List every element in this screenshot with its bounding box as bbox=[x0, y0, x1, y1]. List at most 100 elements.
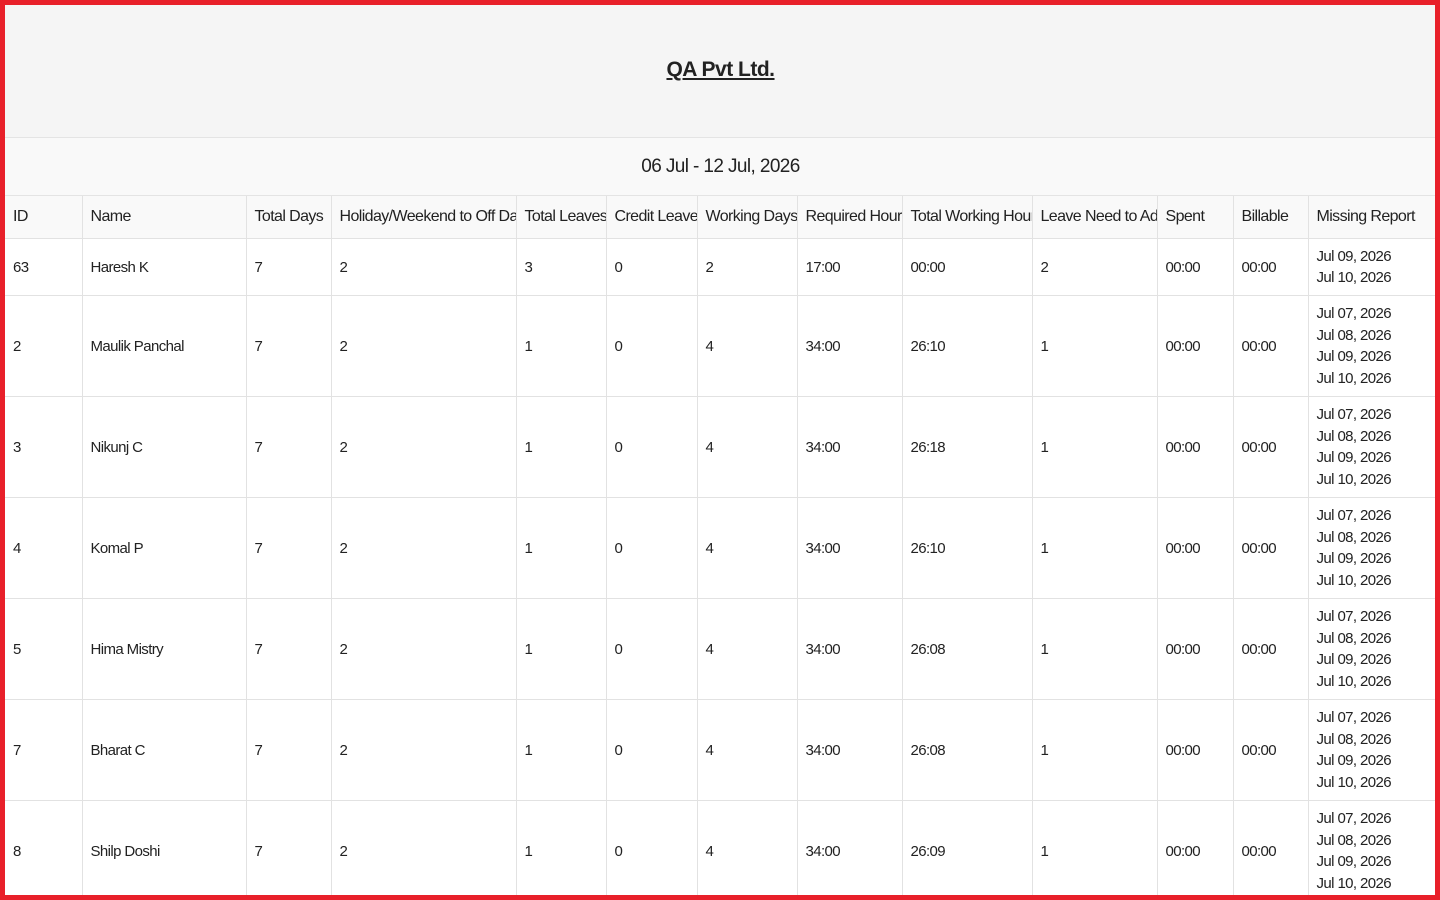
cell-credit-leave: 0 bbox=[606, 238, 698, 296]
cell-required-hours: 34:00 bbox=[797, 295, 903, 397]
cell-required-hours: 34:00 bbox=[797, 800, 903, 895]
cell-working-days: 4 bbox=[697, 497, 798, 599]
cell-total-days: 7 bbox=[246, 699, 332, 801]
missing-date: Jul 10, 2026 bbox=[1316, 269, 1392, 286]
cell-total-working-hours: 26:08 bbox=[902, 699, 1033, 801]
column-header-working-days: Working Days bbox=[697, 196, 798, 239]
cell-missing-report: Jul 07, 2026 Jul 08, 2026 Jul 09, 2026 J… bbox=[1308, 800, 1435, 895]
cell-missing-report: Jul 07, 2026 Jul 08, 2026 Jul 09, 2026 J… bbox=[1308, 699, 1435, 801]
missing-date: Jul 09, 2026 bbox=[1316, 550, 1392, 567]
missing-date: Jul 08, 2026 bbox=[1316, 831, 1392, 849]
missing-date: Jul 07, 2026 bbox=[1316, 406, 1392, 423]
cell-leave-need-to-add: 1 bbox=[1032, 497, 1158, 599]
cell-total-working-hours: 00:00 bbox=[902, 238, 1033, 296]
missing-date: Jul 07, 2026 bbox=[1316, 709, 1392, 726]
cell-total-working-hours: 26:18 bbox=[902, 396, 1033, 498]
table-row: 8 Shilp Doshi 7 2 1 0 4 34:00 26:09 1 00… bbox=[5, 800, 1435, 895]
missing-date: Jul 10, 2026 bbox=[1316, 571, 1392, 589]
cell-name: Bharat C bbox=[82, 699, 247, 801]
column-header-billable: Billable bbox=[1233, 196, 1309, 239]
cell-credit-leave: 0 bbox=[606, 295, 698, 397]
table-header-row: ID Name Total Days Holiday/Weekend to Of… bbox=[5, 196, 1435, 239]
cell-required-hours: 34:00 bbox=[797, 699, 903, 801]
cell-name: Hima Mistry bbox=[82, 598, 247, 700]
cell-spent: 00:00 bbox=[1157, 396, 1234, 498]
cell-total-leaves: 1 bbox=[516, 800, 607, 895]
table-row: 5 Hima Mistry 7 2 1 0 4 34:00 26:08 1 00… bbox=[5, 598, 1435, 700]
missing-date: Jul 09, 2026 bbox=[1316, 247, 1392, 265]
cell-total-days: 7 bbox=[246, 238, 332, 296]
table-row: 3 Nikunj C 7 2 1 0 4 34:00 26:18 1 00:00… bbox=[5, 396, 1435, 498]
cell-leave-need-to-add: 1 bbox=[1032, 598, 1158, 700]
table-row: 4 Komal P 7 2 1 0 4 34:00 26:10 1 00:00 … bbox=[5, 497, 1435, 599]
missing-date: Jul 07, 2026 bbox=[1316, 810, 1392, 827]
cell-spent: 00:00 bbox=[1157, 800, 1234, 895]
cell-holiday-off: 2 bbox=[331, 396, 517, 498]
cell-total-working-hours: 26:08 bbox=[902, 598, 1033, 700]
column-header-id: ID bbox=[5, 196, 83, 239]
missing-date: Jul 09, 2026 bbox=[1316, 449, 1392, 466]
cell-missing-report: Jul 07, 2026 Jul 08, 2026 Jul 09, 2026 J… bbox=[1308, 497, 1435, 599]
cell-name: Nikunj C bbox=[82, 396, 247, 498]
cell-billable: 00:00 bbox=[1233, 699, 1309, 801]
date-range: 06 Jul - 12 Jul, 2026 bbox=[5, 138, 1435, 196]
missing-date: Jul 08, 2026 bbox=[1316, 629, 1392, 647]
timesheet-report: QA Pvt Ltd. 06 Jul - 12 Jul, 2026 ID Nam… bbox=[5, 5, 1435, 895]
cell-holiday-off: 2 bbox=[331, 598, 517, 700]
missing-date: Jul 09, 2026 bbox=[1316, 651, 1392, 668]
cell-credit-leave: 0 bbox=[606, 699, 698, 801]
cell-total-days: 7 bbox=[246, 295, 332, 397]
cell-spent: 00:00 bbox=[1157, 238, 1234, 296]
cell-holiday-off: 2 bbox=[331, 497, 517, 599]
cell-total-leaves: 3 bbox=[516, 238, 607, 296]
cell-required-hours: 34:00 bbox=[797, 497, 903, 599]
missing-date: Jul 08, 2026 bbox=[1316, 326, 1392, 344]
company-header: QA Pvt Ltd. bbox=[5, 5, 1435, 138]
column-header-name: Name bbox=[82, 196, 247, 239]
cell-name: Komal P bbox=[82, 497, 247, 599]
cell-required-hours: 34:00 bbox=[797, 598, 903, 700]
column-header-spent: Spent bbox=[1157, 196, 1234, 239]
cell-total-working-hours: 26:09 bbox=[902, 800, 1033, 895]
cell-holiday-off: 2 bbox=[331, 295, 517, 397]
missing-date: Jul 07, 2026 bbox=[1316, 305, 1392, 322]
cell-name: Haresh K bbox=[82, 238, 247, 296]
cell-working-days: 4 bbox=[697, 598, 798, 700]
table-row: 7 Bharat C 7 2 1 0 4 34:00 26:08 1 00:00… bbox=[5, 699, 1435, 801]
missing-date: Jul 10, 2026 bbox=[1316, 874, 1392, 892]
column-header-total-working-hours: Total Working Hours bbox=[902, 196, 1033, 239]
cell-working-days: 4 bbox=[697, 699, 798, 801]
missing-date: Jul 09, 2026 bbox=[1316, 752, 1392, 769]
column-header-required-hours: Required Hours bbox=[797, 196, 903, 239]
cell-total-leaves: 1 bbox=[516, 295, 607, 397]
missing-date: Jul 08, 2026 bbox=[1316, 528, 1392, 546]
cell-leave-need-to-add: 2 bbox=[1032, 238, 1158, 296]
cell-spent: 00:00 bbox=[1157, 598, 1234, 700]
missing-date: Jul 07, 2026 bbox=[1316, 507, 1392, 524]
column-header-credit-leave: Credit Leave bbox=[606, 196, 698, 239]
cell-billable: 00:00 bbox=[1233, 396, 1309, 498]
cell-id: 63 bbox=[5, 238, 83, 296]
cell-missing-report: Jul 07, 2026 Jul 08, 2026 Jul 09, 2026 J… bbox=[1308, 295, 1435, 397]
cell-total-working-hours: 26:10 bbox=[902, 295, 1033, 397]
cell-holiday-off: 2 bbox=[331, 699, 517, 801]
missing-date: Jul 07, 2026 bbox=[1316, 608, 1392, 625]
cell-missing-report: Jul 09, 2026 Jul 10, 2026 bbox=[1308, 238, 1435, 296]
cell-leave-need-to-add: 1 bbox=[1032, 699, 1158, 801]
cell-id: 4 bbox=[5, 497, 83, 599]
column-header-total-leaves: Total Leaves bbox=[516, 196, 607, 239]
cell-credit-leave: 0 bbox=[606, 598, 698, 700]
cell-billable: 00:00 bbox=[1233, 295, 1309, 397]
cell-total-leaves: 1 bbox=[516, 598, 607, 700]
cell-spent: 00:00 bbox=[1157, 699, 1234, 801]
cell-working-days: 4 bbox=[697, 295, 798, 397]
cell-total-leaves: 1 bbox=[516, 699, 607, 801]
company-title: QA Pvt Ltd. bbox=[666, 58, 775, 81]
cell-missing-report: Jul 07, 2026 Jul 08, 2026 Jul 09, 2026 J… bbox=[1308, 396, 1435, 498]
table-row: 63 Haresh K 7 2 3 0 2 17:00 00:00 2 00:0… bbox=[5, 238, 1435, 296]
cell-credit-leave: 0 bbox=[606, 396, 698, 498]
missing-date: Jul 08, 2026 bbox=[1316, 427, 1392, 445]
cell-working-days: 4 bbox=[697, 800, 798, 895]
missing-date: Jul 10, 2026 bbox=[1316, 369, 1392, 387]
cell-billable: 00:00 bbox=[1233, 497, 1309, 599]
